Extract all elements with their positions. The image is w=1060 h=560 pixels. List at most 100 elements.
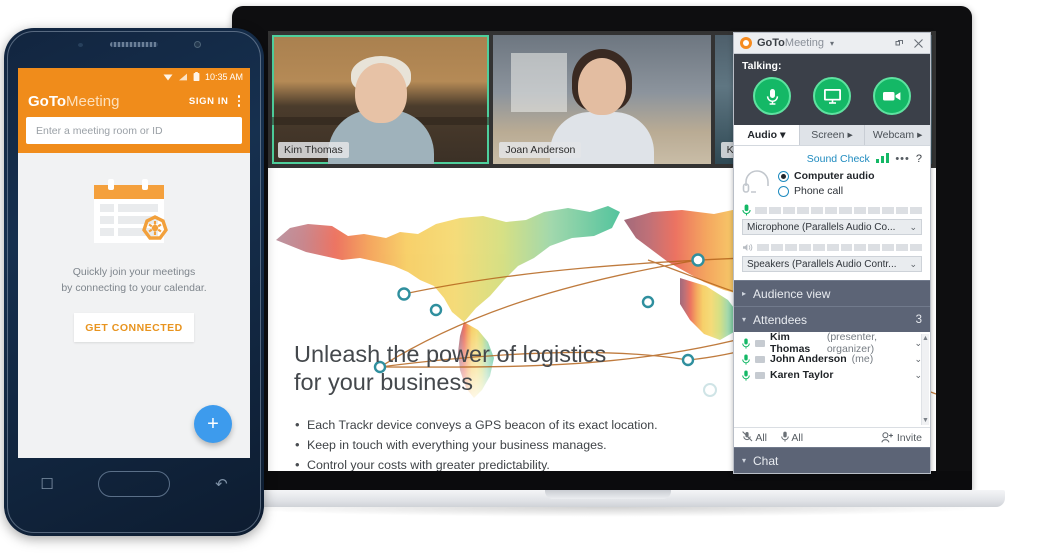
slide-bullet: Keep in touch with everything your busin… [294,434,658,455]
tab-webcam-label: Webcam [872,129,915,141]
speaker-icon [743,243,753,252]
laptop-base-notch [545,490,671,499]
video-tile-kim-thomas[interactable]: Kim Thomas [272,35,490,164]
sign-in-button[interactable]: SIGN IN [189,96,229,107]
attendee-row[interactable]: Karen Taylor ⌄ [734,367,930,383]
section-chat-label: Chat [753,453,779,468]
tab-audio[interactable]: Audio ▾ [734,125,800,145]
phone-search-area: Enter a meeting room or ID [18,117,250,153]
attendee-list-panel: Kim Thomas (presenter, organizer) ⌄ John… [734,332,930,427]
headset-icon [742,170,769,193]
meeting-id-input[interactable]: Enter a meeting room or ID [26,117,242,144]
home-button[interactable] [98,471,171,497]
get-connected-button[interactable]: GET CONNECTED [74,313,194,342]
talking-label: Talking: [742,60,782,72]
invite-button[interactable]: Invite [881,432,922,444]
radio-computer-audio-label: Computer audio [794,170,875,182]
help-icon[interactable]: ? [916,153,922,165]
microphone-level-meter [755,206,922,214]
microphone-device-select[interactable]: Microphone (Parallels Audio Co... ⌄ [742,219,922,235]
microphone-icon[interactable] [742,338,750,349]
section-attendees[interactable]: ▾ Attendees 3 [734,306,930,332]
mute-all-label: All [755,432,768,444]
speaker-device-value: Speakers (Parallels Audio Contr... [747,258,897,270]
tab-webcam[interactable]: Webcam ▸ [865,125,930,145]
laptop-shadow [218,507,998,517]
section-attendees-label: Attendees [753,312,808,327]
chevron-down-icon: ⌄ [909,258,917,269]
attendee-name: Kim Thomas [770,332,811,355]
speaker-device-select[interactable]: Speakers (Parallels Audio Contr... ⌄ [742,256,922,272]
slide-bullet-list: Each Trackr device conveys a GPS beacon … [294,414,658,471]
mic-muted-icon [742,431,753,442]
video-tile-joan-anderson[interactable]: Joan Anderson [493,35,711,164]
phone-app-brand: GoToMeeting [28,93,119,110]
panel-title-light: Meeting [784,37,825,49]
close-icon[interactable] [913,38,924,49]
more-options-icon[interactable]: ••• [895,153,910,165]
panel-tabs: Audio ▾ Screen ▸ Webcam ▸ [734,125,930,146]
mute-all-button[interactable]: All [742,431,767,444]
webcam-status-icon [755,355,765,363]
sound-check-link[interactable]: Sound Check [807,153,870,165]
attendee-row[interactable]: Kim Thomas (presenter, organizer) ⌄ [734,332,930,355]
unmute-all-button[interactable]: All [781,431,803,444]
talking-section: Talking: [734,54,930,125]
phone-screen: 10:35 AM GoToMeeting SIGN IN Enter a mee… [18,68,250,458]
monitor-icon [823,89,841,104]
phone-front-camera [194,41,201,48]
invite-label: Invite [896,431,922,444]
recents-icon[interactable]: ☐ [40,475,53,493]
attendee-list-scrollbar[interactable]: ▲ ▼ [921,334,929,425]
audio-settings: Sound Check ••• ? Computer audio Phone c… [734,146,930,280]
back-icon[interactable]: ↶ [215,475,228,493]
panel-title-bar[interactable]: GoToMeeting ▾ [734,33,930,54]
chevron-right-icon: ▸ [847,129,853,141]
microphone-icon[interactable] [742,370,750,381]
radio-computer-audio[interactable]: Computer audio [778,170,875,182]
phone-app-header: GoToMeeting SIGN IN [18,85,250,117]
attendee-toolbar: All All Invite [734,427,930,447]
radio-unselected-icon [778,185,789,197]
unmute-all-label: All [791,432,804,444]
webcam-status-icon [755,339,765,347]
restore-window-icon[interactable] [895,38,905,48]
battery-icon [193,72,200,81]
webcam-status-icon [755,371,765,379]
video-background [510,53,568,113]
webcam-toggle[interactable] [873,77,911,115]
wifi-icon [163,74,173,80]
kebab-menu-icon[interactable] [237,95,240,107]
phone-sensor [78,43,83,47]
microphone-icon [766,88,778,105]
new-meeting-fab[interactable]: + [194,405,232,443]
section-chat[interactable]: ▾ Chat [734,447,930,473]
section-audience-view[interactable]: ▸ Audience view [734,280,930,306]
slide-title: Unleash the power of logistics for your … [294,340,714,396]
tab-screen-label: Screen [811,129,845,141]
radio-phone-call[interactable]: Phone call [778,185,875,197]
chevron-down-icon: ⌄ [909,221,917,232]
attendee-name: Karen Taylor [770,369,834,381]
tab-audio-label: Audio [747,129,778,141]
section-audience-view-label: Audience view [753,286,831,301]
microphone-level-row [742,204,922,216]
video-name-label: Kim Thomas [278,142,349,158]
phone-promo-text: Quickly join your meetings by connecting… [18,265,250,297]
panel-title-dropdown-icon[interactable]: ▾ [830,39,834,48]
speaker-level-row [742,242,923,253]
tab-screen[interactable]: Screen ▸ [800,125,866,145]
scroll-up-icon[interactable]: ▲ [922,335,929,342]
radio-phone-call-label: Phone call [794,185,844,197]
slide-title-line-1: Unleash the power of logistics [294,341,607,367]
phone-device: 10:35 AM GoToMeeting SIGN IN Enter a mee… [4,28,264,536]
scroll-down-icon[interactable]: ▼ [922,417,929,424]
attendee-list: Kim Thomas (presenter, organizer) ⌄ John… [734,332,930,383]
microphone-toggle[interactable] [753,77,791,115]
microphone-icon [781,431,789,442]
screen-share-toggle[interactable] [813,77,851,115]
speaker-level-meter [757,244,923,251]
radio-selected-icon [778,170,789,182]
microphone-icon[interactable] [742,354,750,365]
gotomeeting-logo-icon [740,37,752,49]
